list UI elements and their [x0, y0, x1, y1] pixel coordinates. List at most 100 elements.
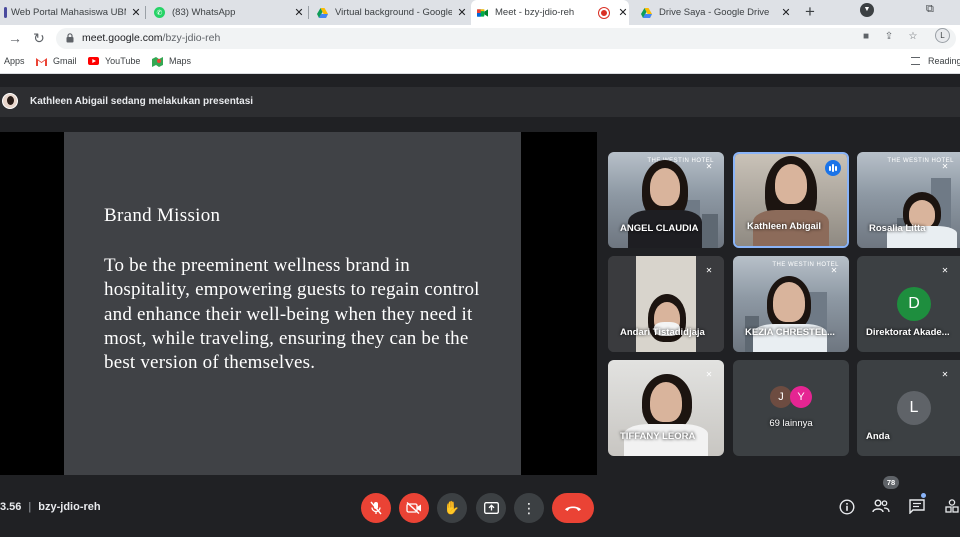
profile-avatar[interactable]: L — [935, 28, 950, 43]
restore-window-icon[interactable]: ⧉ — [926, 3, 934, 16]
presenter-avatar — [2, 93, 18, 109]
participant-tile-kezia-chrestel[interactable]: THE WESTIN HOTEL ✕ KEZIA CHRESTEL... — [733, 256, 849, 352]
share-icon[interactable]: ⇪ — [882, 31, 896, 42]
slide-title: Brand Mission — [104, 205, 221, 226]
recording-indicator-icon — [599, 7, 609, 18]
bookmark-gmail[interactable]: Gmail — [36, 56, 77, 66]
meeting-code: bzy-jdio-reh — [38, 501, 101, 513]
mic-off-icon: ✕ — [941, 266, 949, 275]
participant-name: ANGEL CLAUDIA — [620, 223, 699, 234]
presentation-banner-text: Kathleen Abigail sedang melakukan presen… — [30, 96, 254, 107]
camera-off-icon — [406, 502, 421, 514]
tab-divider — [145, 6, 146, 19]
tab-divider — [308, 6, 309, 19]
maps-icon — [152, 56, 163, 67]
participant-avatar-y: Y — [790, 386, 812, 408]
meeting-info: 3.56 | bzy-jdio-reh — [0, 501, 101, 513]
tab-meet[interactable]: Meet - bzy-jdio-reh ✕ — [471, 0, 629, 25]
mic-off-icon: ✕ — [941, 370, 949, 379]
participant-tile-others[interactable]: J Y 69 lainnya — [733, 360, 849, 456]
meeting-clock: 3.56 — [0, 501, 22, 513]
mic-off-icon: ✕ — [705, 370, 713, 379]
people-icon — [872, 499, 890, 513]
tab-close-icon[interactable]: ✕ — [130, 6, 142, 19]
new-tab-button[interactable]: + — [800, 2, 820, 22]
google-drive-icon — [641, 7, 652, 18]
participant-name: Direktorat Akade... — [866, 327, 950, 338]
bookmark-star-icon[interactable]: ☆ — [906, 31, 920, 42]
participant-count-badge: 78 — [883, 476, 899, 489]
participants-button[interactable] — [872, 499, 890, 517]
participant-tile-rosalia-litta[interactable]: THE WESTIN HOTEL ✕ Rosalia Litta — [857, 152, 960, 248]
browser-toolbar: → ↻ meet.google.com/bzy-jdio-reh ■ ⇪ ☆ L — [0, 25, 960, 52]
mic-off-icon: ✕ — [830, 266, 838, 275]
hang-up-icon — [565, 506, 581, 511]
participant-name: Rosalia Litta — [869, 223, 926, 234]
reading-list[interactable]: Reading — [911, 56, 960, 66]
slide-body: To be the preeminent wellness brand in h… — [104, 255, 480, 374]
mic-off-icon: ✕ — [705, 266, 713, 275]
chat-button[interactable] — [908, 499, 926, 517]
activities-button[interactable] — [943, 499, 960, 517]
bookmark-youtube[interactable]: YouTube — [88, 56, 140, 66]
participant-tile-direktorat-akademik[interactable]: D ✕ Direktorat Akade... — [857, 256, 960, 352]
mic-off-icon: ✕ — [705, 162, 713, 171]
gmail-icon — [36, 57, 47, 66]
microphone-toggle-button[interactable] — [361, 493, 391, 523]
tab-search-icon[interactable]: ▼ — [860, 3, 874, 17]
participant-avatar: D — [897, 287, 931, 321]
participant-tile-kathleen-abigail[interactable]: Kathleen Abigail — [733, 152, 849, 248]
tab-close-icon[interactable]: ✕ — [456, 6, 468, 19]
shapes-icon — [945, 499, 959, 513]
participant-tile-angel-claudia[interactable]: THE WESTIN HOTEL ✕ ANGEL CLAUDIA — [608, 152, 724, 248]
leave-call-button[interactable] — [552, 493, 594, 523]
chat-icon — [909, 499, 925, 515]
meeting-details-button[interactable] — [838, 499, 856, 517]
participant-name: TIFFANY LEORA — [620, 431, 696, 442]
tab-close-icon[interactable]: ✕ — [780, 6, 792, 19]
camera-toggle-button[interactable] — [399, 493, 429, 523]
participant-avatar-j: J — [770, 386, 792, 408]
participant-tile-tiffany-leora[interactable]: ✕ TIFFANY LEORA — [608, 360, 724, 456]
speaking-indicator-icon — [825, 160, 841, 176]
chat-unread-dot — [921, 493, 926, 498]
presentation-slide: Brand Mission To be the preeminent welln… — [64, 132, 521, 475]
forward-arrow-icon[interactable]: → — [6, 29, 24, 47]
bookmark-apps[interactable]: Apps — [4, 56, 25, 66]
reload-icon[interactable]: ↻ — [30, 29, 48, 47]
google-drive-icon — [317, 7, 328, 18]
participant-name: Kathleen Abigail — [747, 221, 822, 232]
more-vert-icon: ⋮ — [522, 500, 536, 516]
bookmark-maps[interactable]: Maps — [152, 56, 191, 67]
present-screen-button[interactable] — [476, 493, 506, 523]
presentation-stage: Brand Mission To be the preeminent welln… — [0, 132, 597, 475]
hand-icon: ✋ — [443, 500, 461, 515]
presentation-banner: Kathleen Abigail sedang melakukan presen… — [0, 87, 960, 117]
lock-icon — [66, 33, 74, 43]
present-screen-icon — [483, 502, 499, 514]
more-options-button[interactable]: ⋮ — [514, 493, 544, 523]
url-text: meet.google.com/bzy-jdio-reh — [82, 32, 221, 44]
tab-close-icon[interactable]: ✕ — [293, 6, 305, 19]
camera-icon[interactable]: ■ — [859, 31, 873, 42]
raise-hand-button[interactable]: ✋ — [437, 493, 467, 523]
tab-close-icon[interactable]: ✕ — [617, 6, 629, 19]
info-icon — [839, 499, 855, 515]
tab-virtual-background[interactable]: Virtual background - Google ✕ — [313, 0, 468, 25]
bookmarks-bar: Apps Gmail YouTube Maps Reading — [0, 52, 960, 74]
participant-name: Andari Tistadidjaja — [620, 327, 705, 338]
browser-tab-strip: Web Portal Mahasiswa UBM ✕ ✆ (83) WhatsA… — [0, 0, 960, 25]
tab-whatsapp[interactable]: ✆ (83) WhatsApp ✕ — [150, 0, 305, 25]
self-avatar: L — [897, 391, 931, 425]
address-bar[interactable]: meet.google.com/bzy-jdio-reh ■ ⇪ ☆ — [56, 28, 956, 49]
tab-web-portal[interactable]: Web Portal Mahasiswa UBM ✕ — [0, 0, 142, 25]
participant-tile-andari-tistadidjaja[interactable]: ✕ Andari Tistadidjaja — [608, 256, 724, 352]
participant-tile-self[interactable]: L ✕ Anda — [857, 360, 960, 456]
participant-name: KEZIA CHRESTEL... — [745, 327, 835, 338]
google-meet-icon — [477, 7, 488, 18]
reading-list-icon — [911, 57, 920, 65]
portal-favicon-icon — [4, 7, 7, 18]
tab-google-drive[interactable]: Drive Saya - Google Drive ✕ — [637, 0, 792, 25]
mic-off-icon — [370, 501, 382, 515]
mic-off-icon: ✕ — [941, 162, 949, 171]
